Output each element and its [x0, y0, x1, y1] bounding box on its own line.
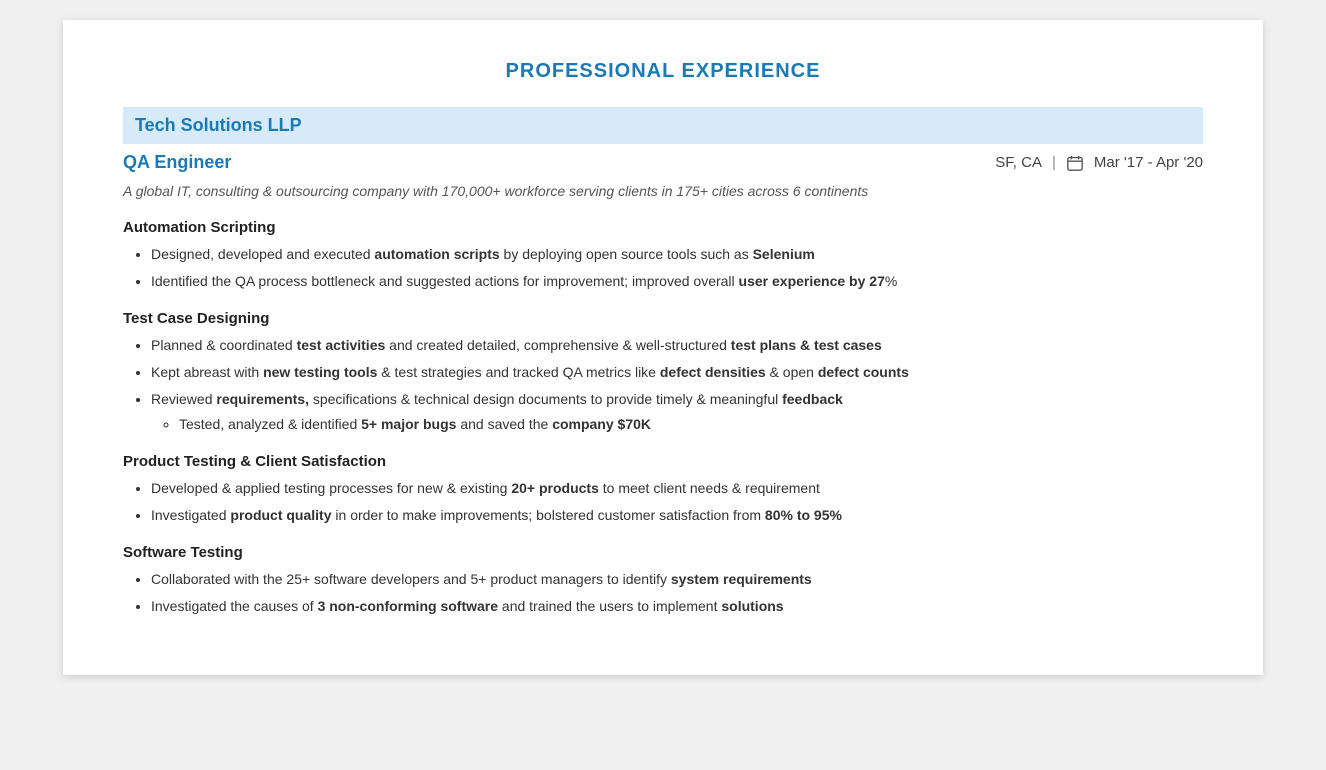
job-title: QA Engineer: [123, 152, 231, 173]
list-item: Collaborated with the 25+ software devel…: [151, 569, 1203, 590]
skill-section-product-testing: Product Testing & Client Satisfaction De…: [123, 453, 1203, 526]
list-item: Planned & coordinated test activities an…: [151, 335, 1203, 356]
skill-section-automation: Automation Scripting Designed, developed…: [123, 219, 1203, 292]
sub-bullet-list: Tested, analyzed & identified 5+ major b…: [179, 414, 1203, 435]
list-item: Designed, developed and executed automat…: [151, 244, 1203, 265]
product-testing-bullet-list: Developed & applied testing processes fo…: [151, 478, 1203, 526]
list-item: Investigated the causes of 3 non-conform…: [151, 596, 1203, 617]
resume-container: PROFESSIONAL EXPERIENCE Tech Solutions L…: [63, 20, 1263, 675]
company-name: Tech Solutions LLP: [135, 115, 302, 135]
list-item: Kept abreast with new testing tools & te…: [151, 362, 1203, 383]
skill-heading-software-testing: Software Testing: [123, 544, 1203, 561]
list-item: Tested, analyzed & identified 5+ major b…: [179, 414, 1203, 435]
list-item: Reviewed requirements, specifications & …: [151, 389, 1203, 435]
separator: |: [1052, 154, 1056, 171]
test-case-bullet-list: Planned & coordinated test activities an…: [151, 335, 1203, 435]
section-title: PROFESSIONAL EXPERIENCE: [123, 60, 1203, 83]
job-date-range: Mar '17 - Apr '20: [1094, 154, 1203, 171]
job-title-row: QA Engineer SF, CA | Mar '17 - Apr '20: [123, 152, 1203, 173]
company-header: Tech Solutions LLP: [123, 107, 1203, 144]
list-item: Investigated product quality in order to…: [151, 505, 1203, 526]
software-testing-bullet-list: Collaborated with the 25+ software devel…: [151, 569, 1203, 617]
skill-heading-automation: Automation Scripting: [123, 219, 1203, 236]
list-item: Identified the QA process bottleneck and…: [151, 271, 1203, 292]
company-description: A global IT, consulting & outsourcing co…: [123, 183, 1203, 199]
automation-bullet-list: Designed, developed and executed automat…: [151, 244, 1203, 292]
list-item: Developed & applied testing processes fo…: [151, 478, 1203, 499]
job-location: SF, CA: [995, 154, 1042, 171]
skill-section-software-testing: Software Testing Collaborated with the 2…: [123, 544, 1203, 617]
job-location-date: SF, CA | Mar '17 - Apr '20: [995, 154, 1203, 172]
skill-heading-product-testing: Product Testing & Client Satisfaction: [123, 453, 1203, 470]
skill-heading-test-case: Test Case Designing: [123, 310, 1203, 327]
skill-section-test-case: Test Case Designing Planned & coordinate…: [123, 310, 1203, 435]
calendar-icon: [1066, 154, 1084, 172]
